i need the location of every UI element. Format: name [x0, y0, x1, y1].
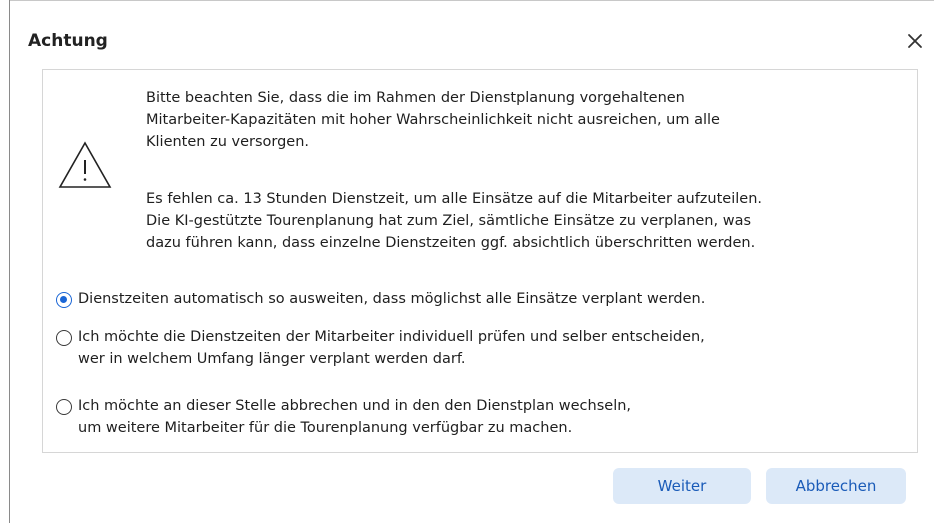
dialog-content-box: Bitte beachten Sie, dass die im Rahmen d…: [42, 69, 918, 453]
message-line: Bitte beachten Sie, dass die im Rahmen d…: [146, 90, 685, 106]
option-line: um weitere Mitarbeiter für die Tourenpla…: [78, 420, 573, 436]
warning-dialog: Achtung Bitte beachten Sie, dass die im …: [10, 0, 934, 523]
message-line: Klienten zu versorgen.: [146, 134, 310, 150]
option-line: wer in welchem Umfang länger verplant we…: [78, 351, 466, 367]
option-line: Dienstzeiten automatisch so ausweiten, d…: [78, 291, 706, 307]
close-button[interactable]: [903, 29, 927, 53]
radio-review-individually[interactable]: [56, 330, 72, 346]
cancel-button[interactable]: Abbrechen: [766, 468, 906, 504]
close-icon: [908, 34, 922, 48]
option-auto-extend-label[interactable]: Dienstzeiten automatisch so ausweiten, d…: [78, 288, 705, 310]
option-line: Ich möchte die Dienstzeiten der Mitarbei…: [78, 329, 705, 345]
continue-button[interactable]: Weiter: [613, 468, 751, 504]
dialog-title: Achtung: [28, 31, 108, 51]
radio-auto-extend[interactable]: [56, 292, 72, 308]
option-cancel-switch-roster-label[interactable]: Ich möchte an dieser Stelle abbrechen un…: [78, 395, 631, 439]
message-line: Es fehlen ca. 13 Stunden Dienstzeit, um …: [146, 191, 762, 207]
dialog-header: Achtung: [10, 1, 934, 61]
option-review-individually-label[interactable]: Ich möchte die Dienstzeiten der Mitarbei…: [78, 326, 705, 370]
message-line: Die KI-gestützte Tourenplanung hat zum Z…: [146, 213, 752, 229]
message-line: dazu führen kann, dass einzelne Dienstze…: [146, 235, 756, 251]
warning-message-missing-hours: Es fehlen ca. 13 Stunden Dienstzeit, um …: [146, 188, 762, 254]
warning-triangle-icon: [58, 141, 112, 188]
warning-message-capacity: Bitte beachten Sie, dass die im Rahmen d…: [146, 87, 720, 153]
message-line: Mitarbeiter-Kapazitäten mit hoher Wahrsc…: [146, 112, 720, 128]
option-line: Ich möchte an dieser Stelle abbrechen un…: [78, 398, 632, 414]
radio-cancel-switch-roster[interactable]: [56, 399, 72, 415]
